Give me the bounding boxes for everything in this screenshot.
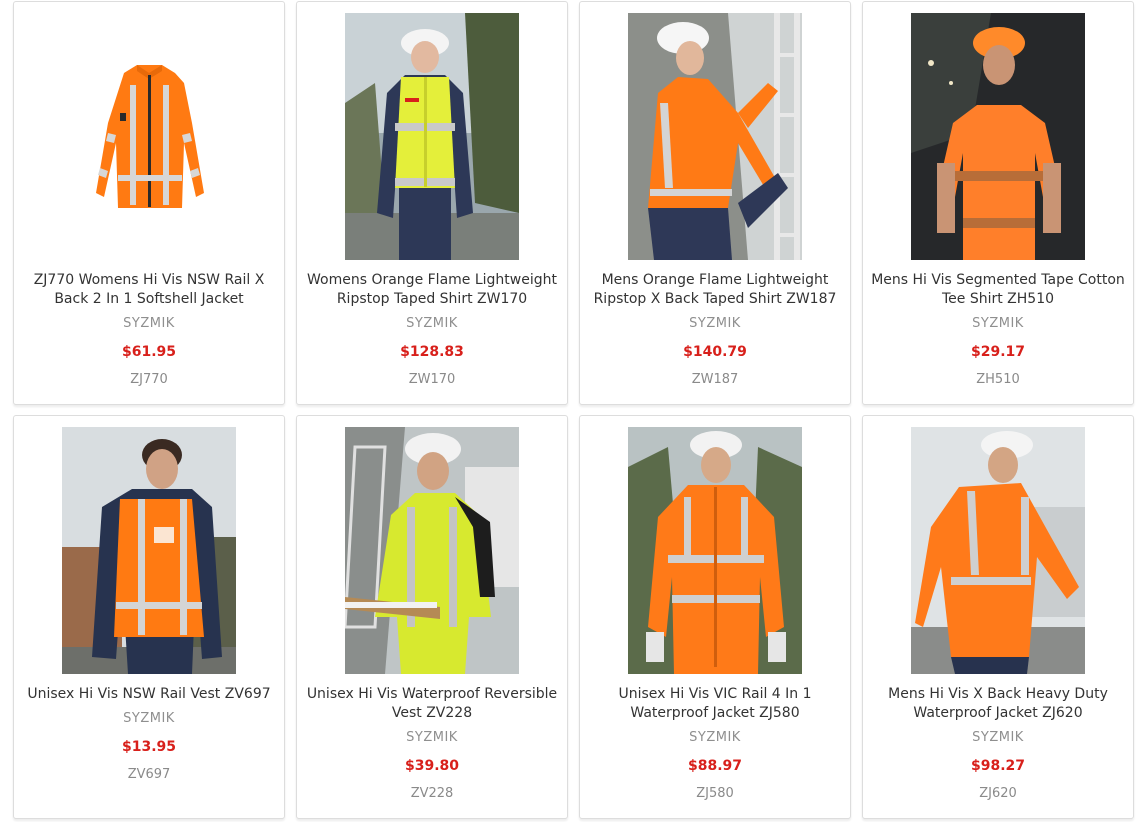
product-card[interactable]: Womens Orange Flame Lightweight Ripstop …: [296, 1, 568, 405]
product-brand: SYZMIK: [123, 711, 175, 726]
product-title[interactable]: Mens Hi Vis Segmented Tape Cotton Tee Sh…: [871, 271, 1125, 309]
product-card[interactable]: Unisex Hi Vis NSW Rail Vest ZV697 SYZMIK…: [13, 415, 285, 819]
product-sku: ZJ770: [130, 372, 168, 387]
product-title[interactable]: Womens Orange Flame Lightweight Ripstop …: [305, 271, 559, 309]
product-brand: SYZMIK: [689, 316, 741, 331]
product-brand: SYZMIK: [406, 316, 458, 331]
product-brand: SYZMIK: [972, 316, 1024, 331]
product-image[interactable]: [345, 427, 519, 674]
product-card[interactable]: Mens Hi Vis X Back Heavy Duty Waterproof…: [862, 415, 1134, 819]
product-image[interactable]: [911, 427, 1085, 674]
product-title[interactable]: Unisex Hi Vis NSW Rail Vest ZV697: [22, 685, 276, 704]
product-image[interactable]: [345, 13, 519, 260]
product-sku: ZJ620: [979, 786, 1017, 801]
product-sku: ZW170: [408, 372, 456, 387]
product-sku: ZW187: [691, 372, 739, 387]
product-card[interactable]: Unisex Hi Vis Waterproof Reversible Vest…: [296, 415, 568, 819]
product-brand: SYZMIK: [972, 730, 1024, 745]
product-grid: ZJ770 Womens Hi Vis NSW Rail X Back 2 In…: [13, 1, 1134, 819]
product-title[interactable]: Unisex Hi Vis Waterproof Reversible Vest…: [305, 685, 559, 723]
product-brand: SYZMIK: [406, 730, 458, 745]
product-price: $98.27: [970, 758, 1026, 774]
product-price: $88.97: [687, 758, 743, 774]
product-card[interactable]: ZJ770 Womens Hi Vis NSW Rail X Back 2 In…: [13, 1, 285, 405]
product-price: $140.79: [683, 344, 747, 360]
product-price: $39.80: [404, 758, 460, 774]
product-sku: ZV228: [410, 786, 454, 801]
product-image[interactable]: [628, 13, 802, 260]
product-image[interactable]: [62, 13, 236, 260]
product-card[interactable]: Unisex Hi Vis VIC Rail 4 In 1 Waterproof…: [579, 415, 851, 819]
product-title[interactable]: ZJ770 Womens Hi Vis NSW Rail X Back 2 In…: [22, 271, 276, 309]
product-card[interactable]: Mens Hi Vis Segmented Tape Cotton Tee Sh…: [862, 1, 1134, 405]
product-sku: ZH510: [976, 372, 1020, 387]
product-image[interactable]: [62, 427, 236, 674]
product-title[interactable]: Mens Orange Flame Lightweight Ripstop X …: [588, 271, 842, 309]
product-brand: SYZMIK: [123, 316, 175, 331]
product-price: $128.83: [400, 344, 464, 360]
product-sku: ZV697: [127, 767, 171, 782]
product-image[interactable]: [911, 13, 1085, 260]
product-brand: SYZMIK: [689, 730, 741, 745]
product-title[interactable]: Mens Hi Vis X Back Heavy Duty Waterproof…: [871, 685, 1125, 723]
product-price: $29.17: [970, 344, 1026, 360]
product-price: $13.95: [121, 739, 177, 755]
product-card[interactable]: Mens Orange Flame Lightweight Ripstop X …: [579, 1, 851, 405]
product-image[interactable]: [628, 427, 802, 674]
product-price: $61.95: [121, 344, 177, 360]
product-sku: ZJ580: [696, 786, 734, 801]
product-title[interactable]: Unisex Hi Vis VIC Rail 4 In 1 Waterproof…: [588, 685, 842, 723]
